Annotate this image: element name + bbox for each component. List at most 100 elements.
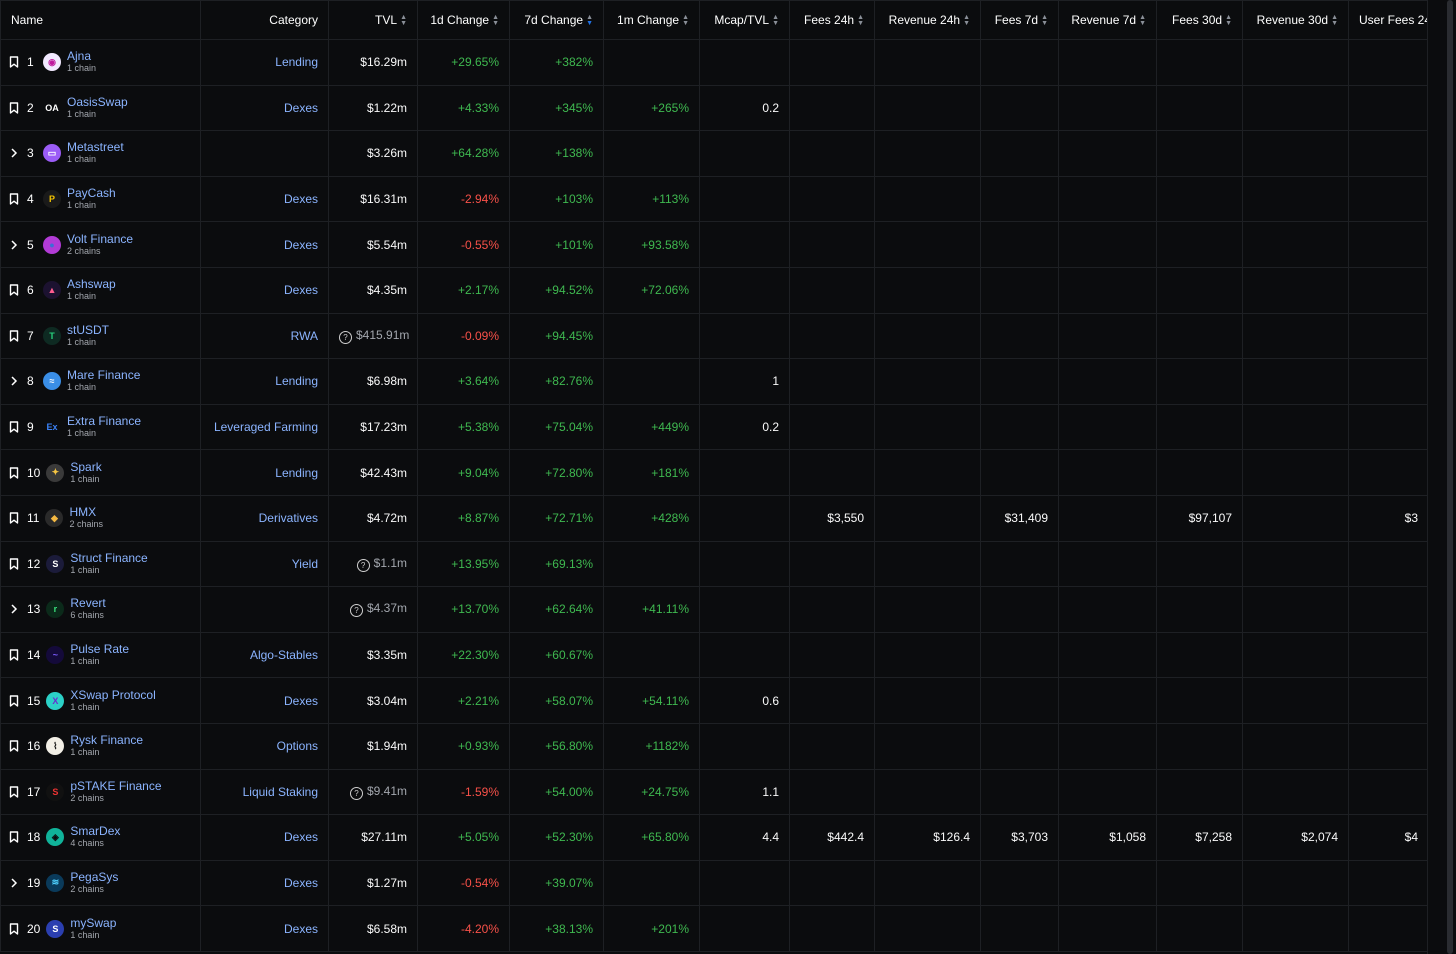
question-icon[interactable]: ?: [349, 604, 363, 618]
category-link[interactable]: Derivatives: [259, 511, 318, 525]
table-row[interactable]: 8 ≈ Mare Finance 1 chain Lending $6.98m +3.64%…: [0, 358, 1429, 405]
bookmark-icon[interactable]: [7, 649, 21, 661]
table-row[interactable]: 2 OA OasisSwap 1 chain Dexes $1.22m +4.33% +345…: [0, 84, 1429, 132]
category-link[interactable]: Dexes: [284, 694, 318, 708]
bookmark-icon[interactable]: [7, 740, 21, 752]
column-header-revenue-30d[interactable]: Revenue 30d ▲ ▼: [1242, 0, 1349, 40]
protocol-link[interactable]: Revert: [70, 597, 105, 609]
bookmark-icon[interactable]: [7, 56, 21, 68]
sort-icon[interactable]: ▲ ▼: [1225, 14, 1232, 27]
table-row[interactable]: 3 ▭ Metastreet 1 chain $3.26m +64.28% +138%: [0, 130, 1429, 177]
category-link[interactable]: Leveraged Farming: [214, 420, 318, 434]
column-header-fees-24h[interactable]: Fees 24h ▲ ▼: [789, 0, 875, 40]
column-header-revenue-7d[interactable]: Revenue 7d ▲ ▼: [1058, 0, 1157, 40]
table-row[interactable]: 4 P PayCash 1 chain Dexes $16.31m -2.94% +103% +…: [0, 175, 1429, 223]
column-header-1d-change[interactable]: 1d Change ▲ ▼: [417, 0, 510, 40]
protocol-link[interactable]: stUSDT: [67, 324, 109, 336]
category-link[interactable]: Yield: [292, 557, 318, 571]
protocol-link[interactable]: Mare Finance: [67, 369, 140, 381]
sort-icon[interactable]: ▲ ▼: [857, 14, 864, 27]
bookmark-icon[interactable]: [7, 922, 21, 935]
table-row[interactable]: 13 r Revert 6 chains? $4.37m +13.70% +62.64% +4…: [0, 586, 1429, 633]
column-header-revenue-24h[interactable]: Revenue 24h ▲ ▼: [874, 0, 981, 40]
category-link[interactable]: Dexes: [284, 922, 318, 936]
category-link[interactable]: Dexes: [284, 283, 318, 297]
column-header-mcap-tvl[interactable]: Mcap/TVL ▲ ▼: [699, 0, 790, 40]
protocol-link[interactable]: Ashswap: [67, 278, 116, 290]
protocol-link[interactable]: Ajna: [67, 50, 96, 62]
column-header-tvl[interactable]: TVL ▲ ▼: [328, 0, 418, 40]
column-header-1m-change[interactable]: 1m Change ▲ ▼: [603, 0, 700, 40]
table-row[interactable]: 12 S Struct Finance 1 chain Yield? $1.1m +13.9…: [0, 540, 1429, 588]
category-link[interactable]: Dexes: [284, 830, 318, 844]
table-row[interactable]: 14 ~ Pulse Rate 1 chain Algo-Stables $3.35m +2…: [0, 631, 1429, 679]
bookmark-icon[interactable]: [7, 284, 21, 296]
table-row[interactable]: 9 Ex Extra Finance 1 chain Leveraged Farming…: [0, 403, 1429, 451]
category-link[interactable]: Lending: [275, 466, 318, 480]
category-link[interactable]: Dexes: [284, 876, 318, 890]
bookmark-icon[interactable]: [7, 512, 21, 524]
protocol-link[interactable]: OasisSwap: [67, 96, 128, 108]
table-row[interactable]: 20 SmySwap 1 chain Dexes $6.58m -4.20% +38.13%…: [0, 905, 1429, 952]
column-header-fees-30d[interactable]: Fees 30d ▲ ▼: [1156, 0, 1243, 40]
scrollbar-thumb[interactable]: [1447, 0, 1453, 954]
category-link[interactable]: Liquid Staking: [243, 785, 318, 799]
sort-icon[interactable]: ▲ ▼: [1041, 14, 1048, 27]
sort-icon[interactable]: ▲ ▼: [400, 14, 407, 27]
protocol-link[interactable]: PegaSys: [70, 871, 118, 883]
chevron-right-icon[interactable]: [7, 148, 21, 159]
bookmark-icon[interactable]: [7, 558, 21, 570]
sort-icon[interactable]: ▲ ▼: [682, 14, 689, 27]
column-header-fees-7d[interactable]: Fees 7d ▲ ▼: [980, 0, 1059, 40]
table-row[interactable]: 16 ⌇ Rysk Finance 1 chain Options $1.94m +0.93…: [0, 722, 1429, 770]
protocol-link[interactable]: Extra Finance: [67, 415, 141, 427]
table-row[interactable]: 19 ≋ PegaSys 2 chains Dexes $1.27m -0.54% +39.0…: [0, 859, 1429, 907]
bookmark-icon[interactable]: [7, 831, 21, 844]
protocol-link[interactable]: Pulse Rate: [70, 643, 129, 655]
sort-icon[interactable]: ▲ ▼: [1139, 14, 1146, 27]
chevron-right-icon[interactable]: [7, 240, 21, 250]
question-icon[interactable]: ?: [339, 330, 352, 344]
question-icon[interactable]: ?: [356, 558, 370, 572]
sort-icon[interactable]: ▲ ▼: [1331, 14, 1338, 27]
sort-icon[interactable]: ▲ ▼: [772, 14, 779, 27]
category-link[interactable]: Dexes: [284, 238, 318, 252]
protocol-link[interactable]: XSwap Protocol: [70, 689, 155, 701]
bookmark-icon[interactable]: [7, 102, 21, 114]
category-link[interactable]: Dexes: [284, 101, 318, 115]
protocol-link[interactable]: Rysk Finance: [70, 734, 143, 746]
table-row[interactable]: 18 ◈ SmarDex 4 chains Dexes $27.11m +5.05% +52.…: [0, 814, 1429, 861]
protocol-link[interactable]: Spark: [70, 461, 101, 473]
bookmark-icon[interactable]: [7, 193, 21, 205]
category-link[interactable]: Lending: [275, 374, 318, 388]
column-header-7d-change[interactable]: 7d Change ▲ ▼: [509, 0, 604, 40]
table-row[interactable]: 7 TstUSDT 1 chain RWA? $415.91m -0.09% +94.45%: [0, 312, 1429, 360]
category-link[interactable]: Dexes: [284, 192, 318, 206]
bookmark-icon[interactable]: [7, 694, 21, 707]
protocol-link[interactable]: Metastreet: [67, 141, 124, 153]
category-link[interactable]: Algo-Stables: [250, 648, 318, 662]
protocol-link[interactable]: HMX: [69, 506, 103, 518]
protocol-link[interactable]: SmarDex: [70, 825, 120, 837]
protocol-link[interactable]: Struct Finance: [70, 552, 147, 564]
sort-icon[interactable]: ▲ ▼: [586, 14, 593, 27]
bookmark-icon[interactable]: [7, 330, 21, 342]
vertical-scrollbar[interactable]: [1427, 0, 1456, 954]
protocol-link[interactable]: Volt Finance: [67, 233, 133, 245]
chevron-right-icon[interactable]: [7, 878, 21, 888]
table-row[interactable]: 5 ● Volt Finance 2 chains Dexes $5.54m -0.55% +…: [0, 221, 1429, 268]
table-row[interactable]: 17 SpSTAKE Finance 2 chains Liquid Staking?…: [0, 768, 1429, 816]
table-row[interactable]: 15 X XSwap Protocol 1 chain Dexes $3.04m +2.21…: [0, 677, 1429, 724]
column-header-user-fees-24h[interactable]: User Fees 24h▲▼: [1348, 0, 1429, 40]
protocol-link[interactable]: PayCash: [67, 187, 116, 199]
table-row[interactable]: 10 ✦ Spark 1 chain Lending $42.43m +9.04% +72.8…: [0, 449, 1429, 496]
protocol-link[interactable]: pSTAKE Finance: [70, 780, 161, 792]
question-icon[interactable]: ?: [349, 786, 363, 800]
category-link[interactable]: RWA: [291, 329, 318, 343]
table-row[interactable]: 6 ▲ Ashswap 1 chain Dexes $4.35m +2.17% +94.52%…: [0, 266, 1429, 314]
table-row[interactable]: 1 ◉ Ajna 1 chain Lending $16.29m +29.65% +382%: [0, 39, 1429, 86]
bookmark-icon[interactable]: [7, 466, 21, 479]
sort-icon[interactable]: ▲ ▼: [492, 14, 499, 27]
protocol-link[interactable]: mySwap: [70, 917, 116, 929]
chevron-right-icon[interactable]: [7, 376, 21, 386]
